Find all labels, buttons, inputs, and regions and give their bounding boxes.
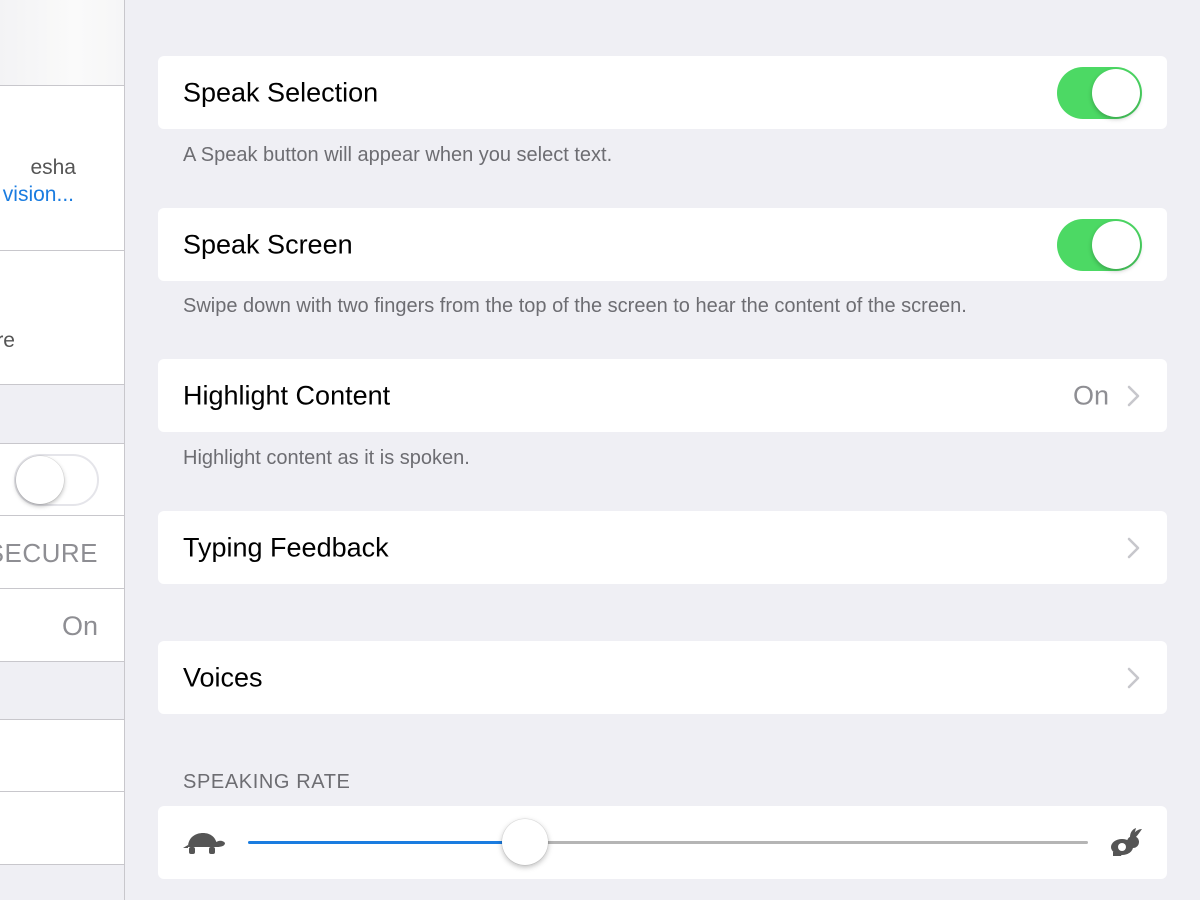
toggle-knob	[1092, 220, 1140, 269]
toggle-knob	[16, 456, 64, 504]
master-profile-row[interactable]: esha vision...	[0, 85, 124, 251]
voices-label: Voices	[183, 662, 263, 692]
hare-icon	[1111, 827, 1142, 856]
chevron-right-icon	[1127, 385, 1140, 406]
speak-screen-row: Speak Screen	[158, 208, 1167, 281]
slider-track-filled	[248, 841, 526, 844]
chevron-right-icon	[1127, 537, 1140, 558]
toggle-knob	[1092, 68, 1140, 117]
highlight-content-row[interactable]: Highlight Content On	[158, 359, 1167, 432]
master-toggle-switch[interactable]	[14, 454, 99, 506]
profile-name: esha	[30, 156, 76, 179]
turtle-icon	[183, 832, 225, 854]
master-row[interactable]	[0, 792, 124, 865]
speak-screen-label: Speak Screen	[183, 229, 353, 259]
profile-link[interactable]: vision...	[3, 183, 74, 207]
speak-selection-toggle[interactable]	[1057, 66, 1142, 119]
highlight-content-value: On	[1072, 380, 1109, 410]
slider-track-empty	[525, 841, 1088, 844]
master-row[interactable]	[0, 719, 124, 792]
speaking-rate-header: SPEAKING RATE	[183, 771, 351, 793]
voices-row[interactable]: Voices	[158, 641, 1167, 714]
pane-divider	[124, 0, 125, 900]
master-toggle-row	[0, 443, 124, 516]
speak-selection-footer: A Speak button will appear when you sele…	[183, 144, 613, 166]
speaking-rate-row	[158, 806, 1167, 879]
master-pane: esha vision... re SECURE On	[0, 0, 124, 900]
master-value-row[interactable]: On	[0, 589, 124, 662]
highlight-content-footer: Highlight content as it is spoken.	[183, 447, 470, 469]
master-notice-row[interactable]: re	[0, 250, 124, 385]
row-value: On	[61, 611, 98, 641]
speak-selection-label: Speak Selection	[183, 77, 379, 107]
chevron-right-icon	[1127, 667, 1140, 688]
secure-label: SECURE	[0, 538, 98, 568]
highlight-content-label: Highlight Content	[183, 380, 391, 410]
master-secure-row[interactable]: SECURE	[0, 516, 124, 589]
typing-feedback-label: Typing Feedback	[183, 532, 389, 562]
typing-feedback-row[interactable]: Typing Feedback	[158, 511, 1167, 584]
notice-text: re	[0, 329, 15, 352]
speaking-rate-slider-thumb[interactable]	[502, 819, 549, 865]
speak-screen-footer: Swipe down with two fingers from the top…	[183, 295, 967, 317]
master-header	[0, 0, 124, 86]
speak-screen-toggle[interactable]	[1057, 218, 1142, 271]
speak-selection-row: Speak Selection	[158, 56, 1167, 129]
